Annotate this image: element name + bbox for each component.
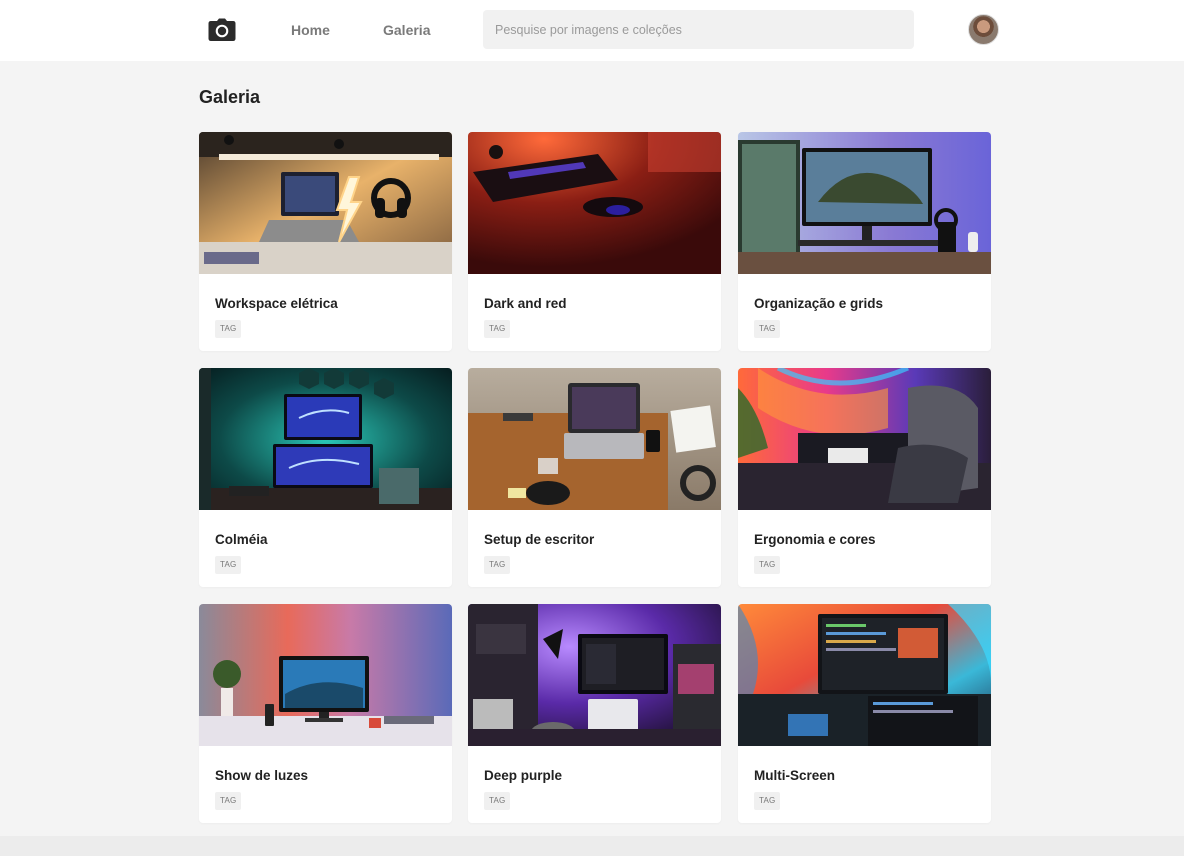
gallery-card-multi-screen[interactable]: Multi-Screen TAG xyxy=(738,604,991,823)
card-image xyxy=(468,604,721,746)
card-tag[interactable]: TAG xyxy=(484,320,511,338)
gallery-card-workspace-eletrica[interactable]: Workspace elétrica TAG xyxy=(199,132,452,351)
card-title: Show de luzes xyxy=(215,768,309,783)
card-tag[interactable]: TAG xyxy=(754,792,781,810)
gallery-card-colmeia[interactable]: Colméia TAG xyxy=(199,368,452,587)
card-title: Workspace elétrica xyxy=(215,296,338,311)
card-image xyxy=(738,604,991,746)
card-tag[interactable]: TAG xyxy=(215,792,242,810)
gallery-card-organizacao-e-grids[interactable]: Organização e grids TAG xyxy=(738,132,991,351)
card-title: Colméia xyxy=(215,532,268,547)
card-tag[interactable]: TAG xyxy=(215,320,242,338)
card-tag[interactable]: TAG xyxy=(754,320,781,338)
gallery-card-dark-and-red[interactable]: Dark and red TAG xyxy=(468,132,721,351)
card-image xyxy=(199,604,452,746)
gallery-card-deep-purple[interactable]: Deep purple TAG xyxy=(468,604,721,823)
camera-icon[interactable] xyxy=(207,18,237,42)
card-title: Dark and red xyxy=(484,296,567,311)
card-image xyxy=(738,368,991,510)
card-title: Deep purple xyxy=(484,768,563,783)
nav-gallery-link[interactable]: Galeria xyxy=(383,22,430,38)
user-avatar[interactable] xyxy=(968,14,999,45)
gallery-card-setup-de-escritor[interactable]: Setup de escritor TAG xyxy=(468,368,721,587)
card-tag[interactable]: TAG xyxy=(484,792,511,810)
top-navbar: Home Galeria xyxy=(0,0,1184,61)
card-tag[interactable]: TAG xyxy=(215,556,242,574)
card-image xyxy=(468,368,721,510)
footer-strip xyxy=(0,836,1184,856)
card-image xyxy=(199,368,452,510)
nav-home-link[interactable]: Home xyxy=(291,22,330,38)
card-title: Ergonomia e cores xyxy=(754,532,876,547)
card-title: Multi-Screen xyxy=(754,768,836,783)
gallery-card-ergonomia-e-cores[interactable]: Ergonomia e cores TAG xyxy=(738,368,991,587)
card-tag[interactable]: TAG xyxy=(754,556,781,574)
gallery-card-show-de-luzes[interactable]: Show de luzes TAG xyxy=(199,604,452,823)
card-image xyxy=(738,132,991,274)
card-title: Setup de escritor xyxy=(484,532,595,547)
card-title: Organização e grids xyxy=(754,296,884,311)
page-title: Galeria xyxy=(199,87,261,107)
search-input[interactable] xyxy=(483,10,914,49)
card-image xyxy=(468,132,721,274)
card-tag[interactable]: TAG xyxy=(484,556,511,574)
card-image xyxy=(199,132,452,274)
